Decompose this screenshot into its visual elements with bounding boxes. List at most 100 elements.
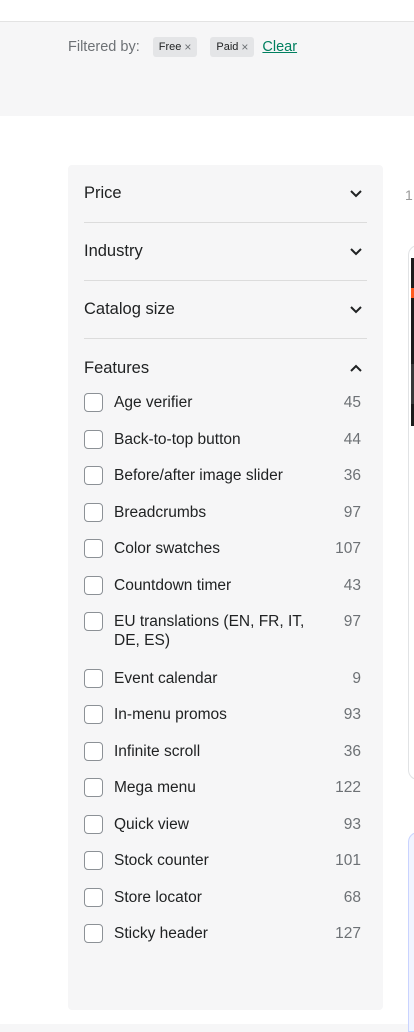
feature-option-main: Store locator (84, 888, 202, 907)
feature-option-main: EU translations (EN, FR, IT, DE, ES) (84, 612, 329, 650)
filter-section-catalog-size: Catalog size (84, 281, 367, 339)
feature-option-main: In-menu promos (84, 705, 227, 724)
clear-filters-link[interactable]: Clear (262, 39, 297, 55)
feature-count: 97 (343, 613, 361, 630)
feature-option-event-calendar[interactable]: Event calendar 9 (84, 669, 367, 688)
feature-label: EU translations (EN, FR, IT, DE, ES) (114, 613, 305, 649)
chevron-down-icon (349, 187, 363, 201)
chevron-down-icon (349, 245, 363, 259)
section-title: Price (84, 184, 122, 202)
filter-chip-free[interactable]: Free × (152, 37, 198, 57)
theme-card-partial[interactable] (408, 245, 414, 780)
checkbox[interactable] (84, 742, 103, 761)
feature-count: 68 (343, 889, 361, 906)
filtered-by-label: Filtered by: (68, 39, 140, 55)
feature-option-breadcrumbs[interactable]: Breadcrumbs 97 (84, 503, 367, 522)
feature-option-countdown-timer[interactable]: Countdown timer 43 (84, 576, 367, 595)
section-title: Catalog size (84, 300, 175, 318)
feature-count: 43 (343, 577, 361, 594)
feature-option-color-swatches[interactable]: Color swatches 107 (84, 539, 367, 558)
feature-label: Stock counter (114, 852, 209, 869)
feature-count: 45 (343, 394, 361, 411)
feature-label: Event calendar (114, 670, 218, 687)
feature-count: 122 (335, 779, 361, 796)
feature-count: 101 (335, 852, 361, 869)
feature-label: Back-to-top button (114, 431, 241, 448)
feature-option-main: Quick view (84, 815, 189, 834)
checkbox[interactable] (84, 815, 103, 834)
filter-section-industry: Industry (84, 223, 367, 281)
feature-label: Breadcrumbs (114, 504, 207, 521)
feature-option-in-menu-promos[interactable]: In-menu promos 93 (84, 705, 367, 724)
feature-label: Age verifier (114, 394, 193, 411)
feature-option-quick-view[interactable]: Quick view 93 (84, 815, 367, 834)
filter-chip-label: Paid (216, 41, 239, 53)
checkbox[interactable] (84, 430, 103, 449)
feature-count: 127 (335, 925, 361, 942)
feature-option-main: Before/after image slider (84, 466, 283, 485)
filter-chip-paid[interactable]: Paid × (210, 37, 255, 57)
top-header-strip (0, 0, 414, 22)
chevron-up-icon (349, 361, 363, 375)
active-filters-row: Filtered by: Free × Paid × Clear (68, 37, 297, 57)
checkbox[interactable] (84, 393, 103, 412)
feature-count: 36 (343, 467, 361, 484)
filter-section-features: Features (84, 339, 367, 397)
feature-option-back-to-top[interactable]: Back-to-top button 44 (84, 430, 367, 449)
feature-option-stock-counter[interactable]: Stock counter 101 (84, 851, 367, 870)
feature-option-main: Mega menu (84, 778, 196, 797)
feature-count: 93 (343, 706, 361, 723)
feature-option-mega-menu[interactable]: Mega menu 122 (84, 778, 367, 797)
checkbox[interactable] (84, 466, 103, 485)
feature-option-main: Breadcrumbs (84, 503, 206, 522)
feature-count: 44 (343, 431, 361, 448)
feature-option-sticky-header[interactable]: Sticky header 127 (84, 924, 367, 943)
feature-option-main: Stock counter (84, 851, 209, 870)
checkbox[interactable] (84, 503, 103, 522)
filter-sidebar: Price Industry Catalog size Features Age… (68, 165, 383, 1010)
feature-count: 107 (335, 540, 361, 557)
feature-label: Before/after image slider (114, 467, 283, 484)
feature-option-age-verifier[interactable]: Age verifier 45 (84, 393, 367, 412)
feature-option-before-after-slider[interactable]: Before/after image slider 36 (84, 466, 367, 485)
feature-label: Sticky header (114, 925, 208, 942)
section-header-catalog-size[interactable]: Catalog size (84, 281, 367, 339)
promo-card-partial[interactable] (408, 832, 414, 1032)
section-header-features[interactable]: Features (84, 339, 367, 397)
filter-bar: Filtered by: Free × Paid × Clear (0, 23, 414, 116)
feature-label: Color swatches (114, 540, 220, 557)
feature-label: Infinite scroll (114, 743, 201, 760)
checkbox[interactable] (84, 778, 103, 797)
section-header-industry[interactable]: Industry (84, 223, 367, 281)
feature-option-main: Age verifier (84, 393, 192, 412)
checkbox[interactable] (84, 612, 103, 631)
feature-option-eu-translations[interactable]: EU translations (EN, FR, IT, DE, ES) 97 (84, 612, 367, 650)
feature-label: Countdown timer (114, 577, 232, 594)
checkbox[interactable] (84, 669, 103, 688)
feature-count: 9 (352, 670, 361, 687)
feature-label: In-menu promos (114, 706, 227, 723)
feature-option-main: Infinite scroll (84, 742, 200, 761)
feature-option-main: Sticky header (84, 924, 208, 943)
feature-option-infinite-scroll[interactable]: Infinite scroll 36 (84, 742, 367, 761)
section-title: Features (84, 358, 150, 377)
feature-count: 93 (343, 816, 361, 833)
remove-filter-icon[interactable]: × (241, 40, 248, 54)
chevron-down-icon (349, 303, 363, 317)
checkbox[interactable] (84, 924, 103, 943)
feature-option-main: Color swatches (84, 539, 220, 558)
feature-option-store-locator[interactable]: Store locator 68 (84, 888, 367, 907)
checkbox[interactable] (84, 705, 103, 724)
remove-filter-icon[interactable]: × (184, 40, 191, 54)
section-header-price[interactable]: Price (84, 165, 367, 223)
checkbox[interactable] (84, 851, 103, 870)
checkbox[interactable] (84, 888, 103, 907)
filter-section-price: Price (84, 165, 367, 223)
feature-option-main: Back-to-top button (84, 430, 241, 449)
feature-label: Store locator (114, 889, 202, 906)
filter-chip-label: Free (158, 41, 182, 53)
checkbox[interactable] (84, 576, 103, 595)
checkbox[interactable] (84, 539, 103, 558)
feature-count: 36 (343, 743, 361, 760)
feature-count: 97 (343, 504, 361, 521)
